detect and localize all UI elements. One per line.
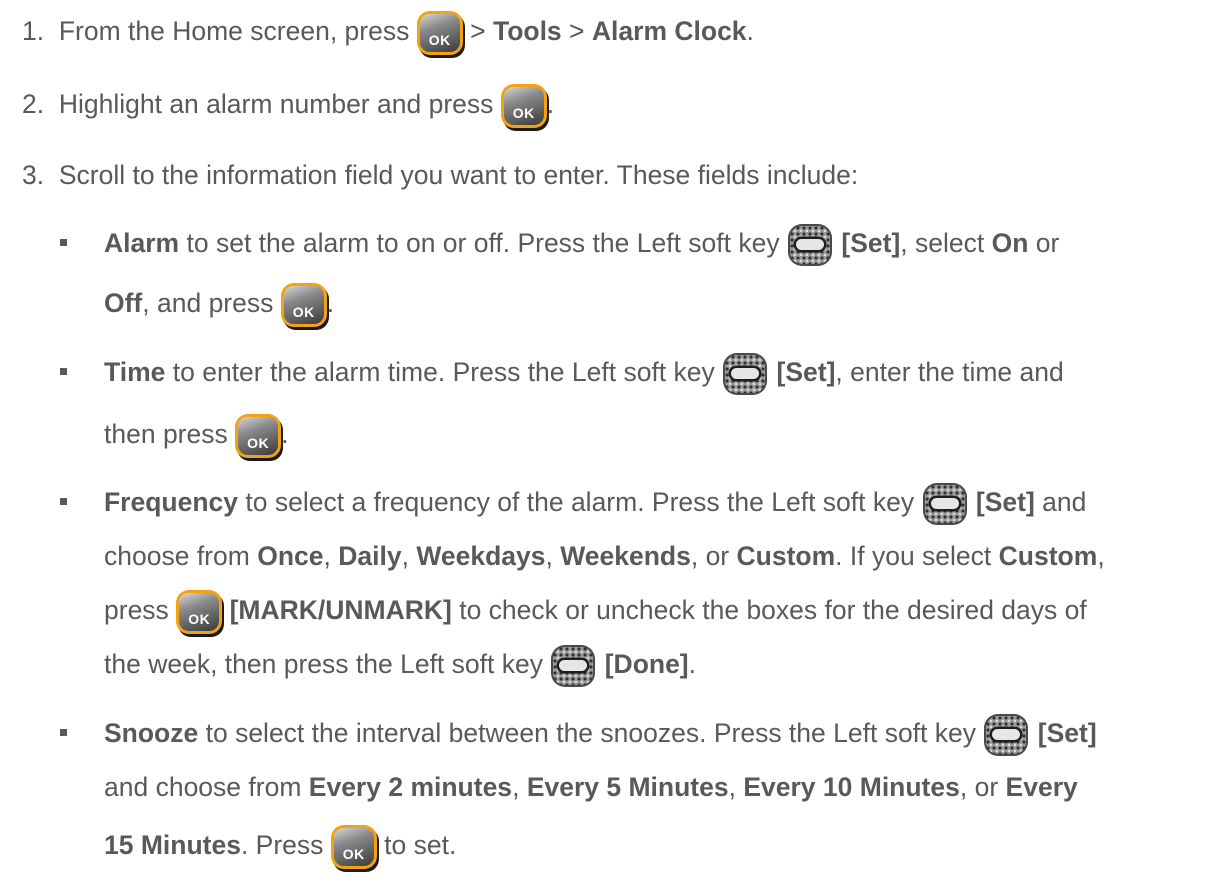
left-soft-key-icon <box>553 647 594 685</box>
snooze-item-cont: and choose from Every 2 minutes, Every 5… <box>104 772 1078 802</box>
left-soft-key-icon <box>725 355 766 393</box>
menu-alarm-clock: Alarm Clock <box>591 16 747 46</box>
ok-key-icon: OK <box>503 87 544 125</box>
ok-key-icon: OK <box>179 593 220 631</box>
frequency-item-cont: choose from Once, Daily, Weekdays, Weeke… <box>104 541 1105 571</box>
step-2: 2. Highlight an alarm number and press O… <box>22 86 554 125</box>
left-soft-key-icon <box>790 226 830 264</box>
snooze-item: Snooze to select the interval between th… <box>104 715 1097 754</box>
frequency-item: Frequency to select a frequency of the a… <box>104 484 1086 523</box>
menu-tools: Tools <box>492 16 562 46</box>
step-number: 1. <box>22 16 45 46</box>
bullet-icon <box>60 498 67 505</box>
frequency-item-cont: the week, then press the Left soft key [… <box>104 646 696 685</box>
ok-key-icon: OK <box>333 828 374 866</box>
left-soft-key-icon <box>986 716 1027 754</box>
bullet-icon <box>60 729 67 736</box>
left-soft-key-icon <box>924 485 965 523</box>
document-page: { "steps": [ {"num": "1.", "a": "From th… <box>0 0 1227 894</box>
frequency-item-cont: press OK [MARK/UNMARK] to check or unche… <box>104 592 1087 631</box>
ok-key-icon: OK <box>419 14 460 52</box>
step-number: 2. <box>22 89 45 119</box>
alarm-item-cont: Off, and press OK. <box>104 285 334 324</box>
bullet-icon <box>60 239 67 246</box>
ok-key-icon: OK <box>283 286 324 324</box>
step-3: 3. Scroll to the information field you w… <box>22 160 859 190</box>
step-number: 3. <box>22 160 45 190</box>
step-1: 1. From the Home screen, press OK > Tool… <box>22 13 754 52</box>
time-item-cont: then press OK. <box>104 416 289 455</box>
ok-key-icon: OK <box>238 417 279 455</box>
bullet-icon <box>60 368 67 375</box>
snooze-item-cont: 15 Minutes. Press OK to set. <box>104 827 456 866</box>
time-item: Time to enter the alarm time. Press the … <box>104 354 1064 393</box>
alarm-item: Alarm to set the alarm to on or off. Pre… <box>104 225 1059 264</box>
